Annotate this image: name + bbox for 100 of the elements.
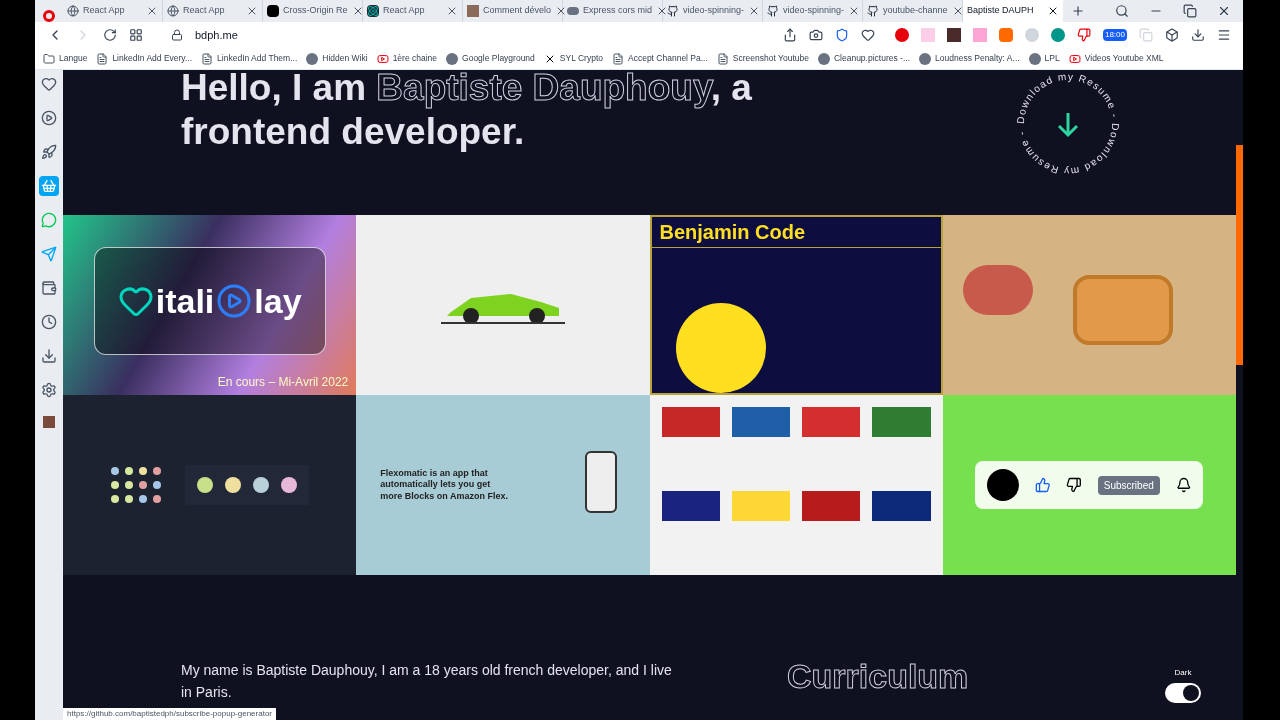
address-field[interactable]: bdph.me	[195, 26, 238, 44]
heart-icon[interactable]	[860, 28, 875, 42]
site-icon	[306, 52, 319, 65]
download-icon[interactable]	[39, 346, 59, 366]
clock-icon[interactable]	[39, 312, 59, 332]
link-preview-status: https://github.com/baptistedph/subscribe-popup-generator	[63, 708, 276, 720]
globe-icon	[67, 5, 79, 17]
bookmark[interactable]: Accept Channel Pa...	[612, 52, 708, 65]
site-icon	[919, 52, 931, 65]
cube-icon[interactable]	[1165, 28, 1179, 42]
preview-text: Flexomatic is an app that automatically lets you get more Blocks on Amazon Flex.	[380, 468, 509, 502]
settings-icon[interactable]	[39, 380, 59, 400]
folder-icon	[43, 52, 55, 65]
tab-title: youtube-channe	[883, 4, 948, 18]
share-icon[interactable]	[782, 28, 797, 42]
extension-icon[interactable]	[946, 28, 961, 42]
github-icon	[667, 5, 679, 17]
scrollbar-thumb[interactable]	[1236, 145, 1243, 365]
project-preview[interactable]	[63, 395, 357, 575]
project-preview[interactable]	[649, 395, 943, 575]
tab-title: Express cors mid	[583, 4, 653, 18]
close-icon[interactable]	[246, 5, 258, 17]
bookmark[interactable]: SYL Crypto	[543, 52, 603, 65]
about-text: My name is Baptiste Dauphouy, I am a 18 years old french developer, and I live in Paris.	[181, 661, 673, 702]
extension-badge[interactable]: 18:00	[1102, 29, 1127, 41]
grid-icon[interactable]	[129, 28, 143, 42]
project-preview[interactable]: Benjamin Code	[649, 215, 943, 395]
tab-title: Baptiste DAUPH	[967, 4, 1035, 18]
globe-icon	[167, 5, 179, 17]
shield-icon[interactable]	[834, 28, 849, 42]
bookmark[interactable]: Langue	[43, 52, 88, 65]
site-icon	[817, 52, 830, 65]
bookmark[interactable]: Hidden Wiki	[306, 52, 368, 65]
tab-title: video-spinning-	[783, 4, 845, 18]
color-grid-drawing	[110, 467, 161, 503]
project-preview[interactable]: itali lay En cours – Mi-Avril 2022	[63, 215, 357, 395]
site-icon	[567, 7, 579, 15]
close-icon[interactable]	[1217, 4, 1231, 18]
camera-icon[interactable]	[808, 28, 823, 42]
site-icon	[446, 52, 459, 65]
bookmark[interactable]: LPL	[1028, 52, 1060, 65]
hero-heading-line: Hello, I am Baptiste Dauphouy, a	[181, 70, 752, 110]
logo-text: lay	[254, 280, 302, 322]
search-icon[interactable]	[1115, 4, 1129, 18]
flag-drawing	[731, 407, 791, 437]
bookmark[interactable]: Cleanup.pictures -...	[817, 52, 910, 65]
menu-icon[interactable]	[1217, 28, 1231, 42]
close-icon[interactable]	[446, 5, 458, 17]
close-icon[interactable]	[1047, 5, 1059, 17]
site-icon	[267, 5, 279, 17]
rocket-icon[interactable]	[39, 142, 59, 162]
bookmark[interactable]: LinkedIn Add Every...	[96, 52, 193, 65]
channel-avatar	[987, 469, 1019, 501]
bookmark[interactable]: Google Playground	[446, 52, 535, 65]
subscribed-button: Subscribed	[1097, 475, 1160, 495]
flag-drawing	[872, 407, 931, 437]
thumbnail-icon[interactable]	[41, 414, 57, 430]
section-title: Curriculum	[787, 656, 969, 697]
reload-icon[interactable]	[103, 28, 117, 42]
theme-switch[interactable]	[1165, 683, 1201, 703]
project-preview[interactable]: Flexomatic is an app that automatically lets you get more Blocks on Amazon Flex.	[356, 395, 650, 575]
basket-icon[interactable]	[39, 176, 59, 196]
flag-drawing	[661, 491, 720, 521]
hero-heading-line: frontend developer.	[181, 110, 526, 154]
tab-title: Comment dévelo	[483, 4, 552, 18]
browser-tab[interactable]: Baptiste DAUPH	[963, 0, 1063, 22]
site-icon	[1028, 52, 1041, 65]
video-icon	[376, 52, 389, 65]
theme-label: Dark	[1174, 667, 1192, 679]
atom-icon	[367, 5, 379, 17]
tab-title: React App	[183, 4, 226, 18]
thumbs-down-icon[interactable]	[1076, 28, 1091, 42]
preview-title: Benjamin Code	[651, 217, 941, 248]
bookmark[interactable]: LinkedIn Add Them...	[201, 52, 298, 65]
bookmark[interactable]: Screenshot Youtube	[716, 52, 809, 65]
bookmark[interactable]: Loudness Penalty: A...	[919, 52, 1020, 65]
flag-drawing	[731, 491, 791, 521]
flag-drawing	[661, 407, 720, 437]
logo-text: itali	[155, 280, 215, 322]
tab-title: React App	[83, 4, 126, 18]
bookmark[interactable]: 1ère chaine	[376, 52, 438, 65]
player-icon[interactable]	[39, 108, 59, 128]
bell-icon	[1175, 477, 1192, 493]
bookmark[interactable]: Videos Youtube XML	[1068, 52, 1164, 65]
project-preview[interactable]: Subscribed	[942, 395, 1236, 575]
wallet-icon[interactable]	[39, 278, 59, 298]
github-icon	[867, 5, 879, 17]
video-icon	[1068, 52, 1081, 65]
page-icon	[612, 52, 624, 65]
photo-placeholder	[467, 5, 479, 17]
download-icon[interactable]	[1191, 28, 1205, 42]
new-tab-icon[interactable]	[1071, 4, 1085, 18]
thumbs-up-icon	[1034, 477, 1051, 493]
play-icon	[216, 283, 253, 319]
caption: En cours – Mi-Avril 2022	[217, 374, 349, 391]
restore-icon[interactable]	[1183, 4, 1197, 18]
lock-icon	[171, 29, 183, 41]
page-icon	[201, 52, 214, 65]
close-icon[interactable]	[146, 5, 158, 17]
flag-drawing	[872, 491, 931, 521]
